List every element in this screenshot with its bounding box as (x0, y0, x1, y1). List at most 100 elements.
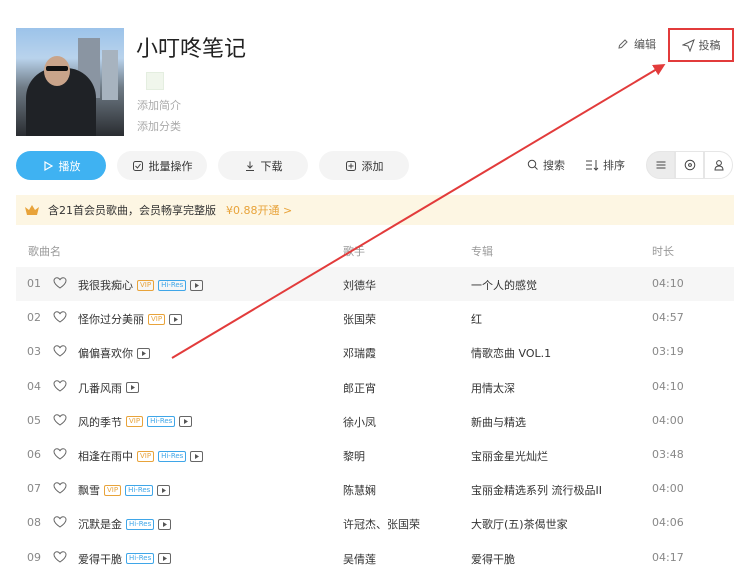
person-icon (713, 160, 724, 171)
song-title[interactable]: 相逢在雨中 (78, 448, 133, 464)
song-duration: 04:00 (652, 482, 684, 496)
heart-icon[interactable] (53, 515, 67, 529)
song-title[interactable]: 风的季节 (78, 414, 122, 430)
mv-play-icon[interactable] (157, 484, 171, 496)
song-title[interactable]: 爱得干脆 (78, 551, 122, 567)
cover-building (102, 50, 118, 100)
creator-avatar[interactable] (146, 72, 164, 90)
song-row[interactable]: 01 我很我痴心 VIP Hi-Res 刘德华 一个人的感觉 04:10 (16, 267, 734, 301)
song-title[interactable]: 偏偏喜欢你 (78, 345, 133, 361)
column-singer[interactable]: 歌手 (343, 243, 365, 259)
song-title[interactable]: 沉默是金 (78, 516, 122, 532)
song-title[interactable]: 怪你过分美丽 (78, 311, 144, 327)
toolbar: 播放 批量操作 下载 添加 搜索 排序 (0, 151, 749, 181)
track-number: 04 (27, 379, 41, 393)
song-album[interactable]: 情歌恋曲 VOL.1 (471, 345, 551, 361)
song-duration: 04:10 (652, 277, 684, 290)
song-row[interactable]: 07 飘雪 VIP Hi-Res 陈慧娴 宝丽金精选系列 流行极品II 04:00 (16, 472, 734, 506)
playlist-cover[interactable] (16, 28, 124, 136)
heart-icon[interactable] (53, 447, 67, 461)
song-album[interactable]: 宝丽金星光灿烂 (471, 448, 548, 464)
add-intro-link[interactable]: 添加简介 (137, 97, 181, 113)
song-title[interactable]: 几番风雨 (78, 380, 122, 396)
song-row[interactable]: 03 偏偏喜欢你 邓瑞霞 情歌恋曲 VOL.1 03:19 (16, 335, 734, 369)
mv-play-icon[interactable] (158, 553, 172, 565)
vip-open-link[interactable]: ¥0.88开通 > (226, 202, 292, 218)
song-album[interactable]: 用情太深 (471, 380, 515, 396)
song-album[interactable]: 大歌厅(五)茶偈世家 (471, 516, 568, 532)
song-album[interactable]: 新曲与精选 (471, 414, 526, 430)
mv-play-icon[interactable] (169, 313, 183, 325)
add-category-link[interactable]: 添加分类 (137, 118, 181, 134)
song-title-cell: 沉默是金 Hi-Res (78, 516, 172, 532)
track-number: 05 (27, 413, 41, 427)
heart-icon[interactable] (53, 344, 67, 358)
track-number: 08 (27, 516, 41, 530)
song-title[interactable]: 我很我痴心 (78, 277, 133, 293)
singer-view-button[interactable] (704, 151, 733, 179)
song-row[interactable]: 09 爱得干脆 Hi-Res 吴倩莲 爱得干脆 04:17 (16, 541, 734, 575)
add-button[interactable]: 添加 (319, 151, 409, 180)
song-title-cell: 风的季节 VIP Hi-Res (78, 414, 193, 430)
song-duration: 03:19 (652, 345, 684, 359)
heart-icon[interactable] (53, 379, 67, 393)
song-duration: 04:10 (652, 379, 684, 393)
song-row[interactable]: 02 怪你过分美丽 VIP 张国荣 红 04:57 (16, 301, 734, 335)
column-duration[interactable]: 时长 (652, 243, 674, 259)
list-view-button[interactable] (646, 151, 675, 179)
track-number: 07 (27, 482, 41, 496)
mv-play-icon[interactable] (137, 347, 150, 359)
vip-badge: VIP (126, 416, 144, 428)
heart-icon[interactable] (53, 276, 67, 290)
track-number: 03 (27, 345, 41, 359)
play-button[interactable]: 播放 (16, 151, 106, 180)
song-album[interactable]: 红 (471, 311, 482, 327)
album-view-button[interactable] (675, 151, 704, 179)
song-row[interactable]: 05 风的季节 VIP Hi-Res 徐小凤 新曲与精选 04:00 (16, 404, 734, 438)
heart-icon[interactable] (53, 481, 67, 495)
sort-label: 排序 (603, 159, 625, 172)
download-button[interactable]: 下载 (218, 151, 308, 180)
song-title[interactable]: 飘雪 (78, 482, 100, 498)
plus-icon (345, 160, 356, 171)
song-row[interactable]: 06 相逢在雨中 VIP Hi-Res 黎明 宝丽金星光灿烂 03:48 (16, 438, 734, 472)
heart-icon[interactable] (53, 310, 67, 324)
hires-badge: Hi-Res (158, 279, 187, 291)
song-singer[interactable]: 徐小凤 (343, 414, 376, 430)
song-album[interactable]: 宝丽金精选系列 流行极品II (471, 482, 602, 498)
add-label: 添加 (361, 159, 384, 173)
song-duration: 03:48 (652, 448, 684, 461)
mv-play-icon[interactable] (190, 450, 204, 462)
sort-button[interactable]: 排序 (585, 157, 625, 173)
song-singer[interactable]: 邓瑞霞 (343, 345, 376, 361)
song-row[interactable]: 04 几番风雨 郎正宵 用情太深 04:10 (16, 370, 734, 404)
song-singer[interactable]: 刘德华 (343, 277, 376, 293)
song-album[interactable]: 一个人的感觉 (471, 277, 537, 293)
song-singer[interactable]: 黎明 (343, 448, 365, 464)
song-singer[interactable]: 郎正宵 (343, 380, 376, 396)
submit-button[interactable]: 投稿 (668, 28, 734, 62)
song-album[interactable]: 爱得干脆 (471, 551, 515, 567)
heart-icon[interactable] (53, 413, 67, 427)
edit-label: 编辑 (634, 38, 656, 51)
column-song[interactable]: 歌曲名 (28, 243, 61, 259)
column-album[interactable]: 专辑 (471, 243, 493, 259)
heart-icon[interactable] (53, 550, 67, 564)
song-singer[interactable]: 张国荣 (343, 311, 376, 327)
hires-badge: Hi-Res (125, 484, 154, 496)
edit-button[interactable]: 编辑 (617, 36, 656, 52)
mv-play-icon[interactable] (158, 518, 172, 530)
mv-play-icon[interactable] (190, 279, 204, 291)
mv-play-icon[interactable] (126, 382, 139, 394)
song-singer[interactable]: 陈慧娴 (343, 482, 376, 498)
hires-badge: Hi-Res (147, 416, 176, 428)
song-row[interactable]: 08 沉默是金 Hi-Res 许冠杰、张国荣 大歌厅(五)茶偈世家 04:06 (16, 506, 734, 540)
mv-play-icon[interactable] (179, 416, 193, 428)
song-singer[interactable]: 吴倩莲 (343, 551, 376, 567)
search-button[interactable]: 搜索 (527, 157, 565, 173)
song-singer[interactable]: 许冠杰、张国荣 (343, 516, 420, 532)
batch-operation-button[interactable]: 批量操作 (117, 151, 207, 180)
batch-label: 批量操作 (148, 159, 193, 173)
vip-badge: VIP (137, 279, 155, 291)
song-duration: 04:57 (652, 311, 684, 325)
